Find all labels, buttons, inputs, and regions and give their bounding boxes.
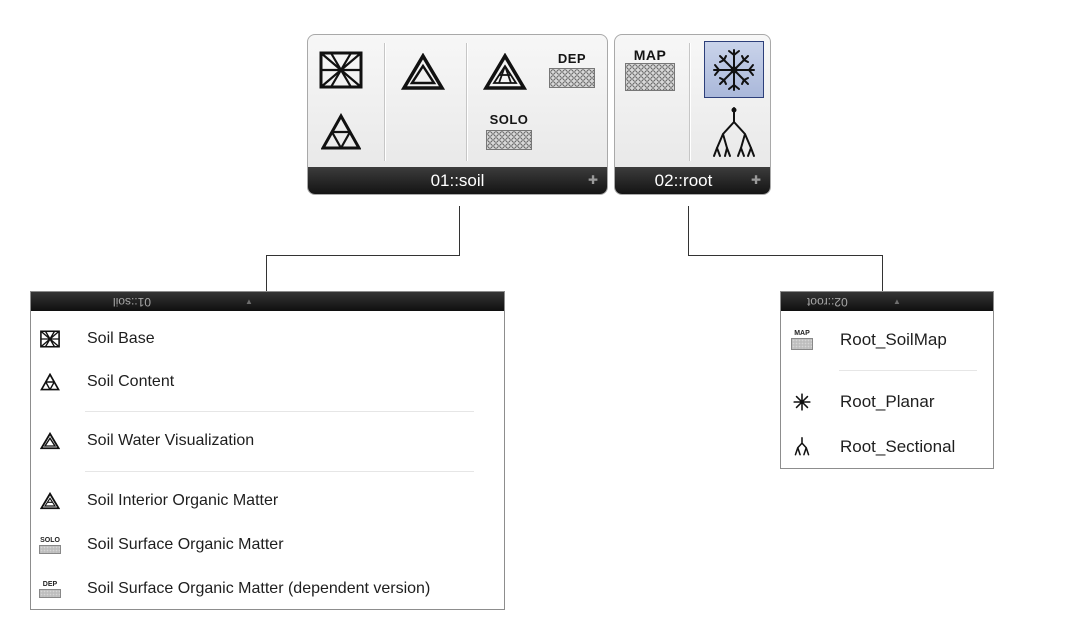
solo-label: SOLO	[489, 111, 529, 127]
soil-shelf-title: 01::soil	[430, 171, 485, 190]
map-icon: MAP	[790, 328, 814, 352]
soil-interior-icon	[38, 489, 62, 513]
menu-item-label: Soil Base	[87, 330, 155, 347]
soil-interior-tool[interactable]	[480, 47, 530, 97]
soil-menu-header-arrow-icon: ▲	[245, 297, 253, 306]
root-shelf-tab: MAP 02::root ✚	[614, 34, 771, 195]
soil-shelf-footer[interactable]: 01::soil ✚	[308, 167, 607, 194]
menu-item-label: Root_SoilMap	[840, 330, 947, 349]
soil-interior-icon	[483, 53, 527, 90]
planar-root-icon	[790, 390, 814, 414]
menu-item-soil-interior[interactable]: Soil Interior Organic Matter	[31, 484, 504, 518]
soil-base-tool[interactable]	[316, 45, 366, 95]
root-soilmap-tool[interactable]: MAP	[621, 43, 679, 97]
menu-item-label: Soil Surface Organic Matter	[87, 536, 284, 553]
soil-menu-header-title: 01::soil	[113, 295, 152, 309]
connector-line	[459, 206, 460, 256]
sectional-root-icon	[713, 107, 755, 157]
soil-menu-header: 01::soil ▲	[31, 292, 504, 311]
dep-tool[interactable]: DEP	[544, 45, 600, 95]
soil-shelf-tab: DEP SOLO 01::soil ✚	[307, 34, 608, 195]
map-label: MAP	[633, 47, 667, 63]
soil-content-icon	[321, 113, 361, 150]
menu-item-dep[interactable]: DEP Soil Surface Organic Matter (depende…	[31, 572, 504, 606]
soil-content-tool[interactable]	[316, 107, 366, 157]
soil-water-icon	[38, 429, 62, 453]
root-sectional-tool[interactable]	[705, 103, 763, 161]
root-menu-header: 02::root ▲	[781, 292, 993, 311]
solo-icon: SOLO	[38, 533, 62, 557]
dep-icon: DEP	[38, 577, 62, 601]
dep-label: DEP	[557, 51, 587, 66]
solo-tool[interactable]: SOLO	[478, 105, 540, 157]
connector-line	[882, 255, 883, 291]
soil-content-icon	[38, 370, 62, 394]
menu-item-label: Root_Planar	[840, 392, 935, 411]
map-icon-text: MAP	[794, 330, 810, 337]
map-icon	[625, 63, 675, 91]
soil-shelf-menu-arrow-icon[interactable]: ✚	[588, 167, 598, 194]
root-shelf-title: 02::root	[654, 171, 713, 190]
menu-item-label: Root_Sectional	[840, 437, 956, 456]
soil-water-icon	[401, 53, 445, 90]
menu-item-soil-content[interactable]: Soil Content	[31, 365, 504, 399]
root-shelf-footer[interactable]: 02::root ✚	[615, 167, 770, 194]
menu-divider	[85, 411, 474, 412]
soil-menu-panel: 01::soil ▲ Soil Base Soil Content Soil W…	[30, 291, 505, 610]
root-shelf-menu-arrow-icon[interactable]: ✚	[751, 167, 761, 194]
solo-icon-text: SOLO	[40, 536, 60, 544]
connector-line	[266, 255, 267, 291]
soil-base-icon	[319, 51, 363, 89]
separator	[384, 43, 385, 161]
menu-divider	[839, 370, 977, 371]
menu-item-root-sectional[interactable]: Root_Sectional	[781, 430, 993, 464]
root-planar-tool[interactable]	[704, 41, 764, 98]
root-menu-header-title: 02::root	[807, 295, 848, 309]
menu-item-label: Soil Surface Organic Matter (dependent v…	[87, 580, 431, 597]
separator	[466, 43, 467, 161]
menu-item-root-planar[interactable]: Root_Planar	[781, 385, 993, 419]
soil-base-icon	[38, 327, 62, 351]
menu-item-label: Soil Content	[87, 373, 175, 390]
connector-line	[688, 255, 883, 256]
dep-icon	[549, 68, 595, 88]
dep-icon-text: DEP	[42, 580, 58, 588]
connector-line	[266, 255, 460, 256]
sectional-root-icon	[790, 435, 814, 459]
separator	[689, 43, 690, 161]
root-menu-panel: 02::root ▲ MAP Root_SoilMap Root_Planar …	[780, 291, 994, 469]
solo-icon	[486, 129, 532, 150]
menu-item-solo[interactable]: SOLO Soil Surface Organic Matter	[31, 528, 504, 562]
menu-item-soil-base[interactable]: Soil Base	[31, 322, 504, 356]
menu-item-label: Soil Interior Organic Matter	[87, 492, 279, 509]
menu-item-root-soilmap[interactable]: MAP Root_SoilMap	[781, 323, 993, 357]
soil-water-tool[interactable]	[398, 47, 448, 97]
menu-item-soil-water[interactable]: Soil Water Visualization	[31, 424, 504, 458]
menu-divider	[85, 471, 474, 472]
menu-item-label: Soil Water Visualization	[87, 432, 255, 449]
connector-line	[688, 206, 689, 256]
planar-root-icon	[713, 48, 755, 91]
root-menu-header-arrow-icon: ▲	[893, 297, 901, 306]
